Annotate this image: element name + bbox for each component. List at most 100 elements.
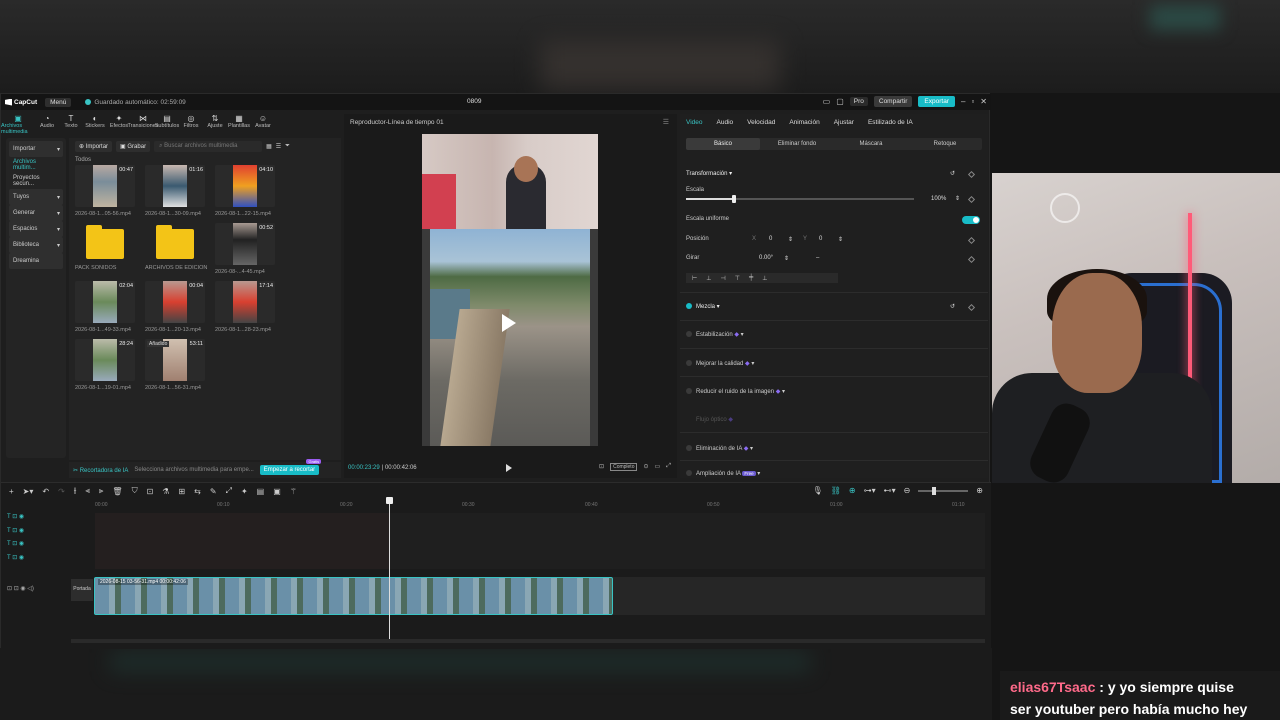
record-button[interactable]: ▣ Grabar xyxy=(116,141,151,152)
align-middle-icon[interactable]: ╪ xyxy=(749,275,753,281)
play-button[interactable] xyxy=(506,464,512,472)
track-header[interactable]: T ⊡ ◉ xyxy=(7,540,47,554)
edit-icon[interactable]: ✎ xyxy=(210,487,217,496)
tool-filters[interactable]: ◎ Filtros xyxy=(179,112,203,134)
media-item[interactable]: 00:47 2026-08-1...05-56.mp4 xyxy=(75,165,145,223)
subtitle-icon[interactable]: ▤ xyxy=(257,487,265,496)
noise-section[interactable]: Reducir el ruido de la imagen ◆ ▾ xyxy=(686,388,785,395)
tool-audio[interactable]: ◔ Audio xyxy=(35,112,59,134)
tab-animation[interactable]: Animación xyxy=(789,119,819,126)
align-left-icon[interactable]: ⊢ xyxy=(692,275,697,282)
microphone-icon[interactable]: 🎙 xyxy=(813,486,823,495)
stepper-icon[interactable]: ⇕ xyxy=(955,195,960,202)
preview-axis-icon[interactable]: ⊷▾ xyxy=(884,486,896,495)
add-icon[interactable]: + xyxy=(9,487,14,496)
media-item[interactable]: 01:16 2026-08-1...30-09.mp4 xyxy=(145,165,215,223)
sidebar-item-library[interactable]: Biblioteca ▾ xyxy=(9,237,63,253)
pro-button[interactable]: Pro xyxy=(849,97,868,106)
track-header[interactable]: T ⊡ ◉ xyxy=(7,513,47,527)
monitor-icon[interactable]: ▢ xyxy=(836,97,844,106)
rotate-extra[interactable]: – xyxy=(816,255,819,261)
uniform-scale-toggle[interactable] xyxy=(962,216,980,224)
fit-icon[interactable]: ⊙ xyxy=(643,463,648,471)
media-item[interactable]: 00:04 2026-08-1...20-13.mp4 xyxy=(145,281,215,339)
stepper-icon[interactable]: ⇕ xyxy=(788,236,793,243)
project-name[interactable]: 0809 xyxy=(467,98,481,105)
track-header[interactable]: T ⊡ ◉ xyxy=(7,554,47,568)
media-item[interactable]: 00:52 2026-08-...4-45.mp4 xyxy=(215,223,285,281)
grid-view-icon[interactable]: ▦ xyxy=(266,143,272,150)
cover-button[interactable]: Portada xyxy=(71,579,93,601)
rotate-input[interactable]: 0.00° xyxy=(759,255,773,261)
keyframe-icon[interactable] xyxy=(967,170,976,179)
tab-speed[interactable]: Velocidad xyxy=(747,119,775,126)
fullscreen-icon[interactable]: ⤢ xyxy=(666,463,671,471)
sidebar-item-import[interactable]: Importar ▾ xyxy=(9,141,63,157)
menu-button[interactable]: Menú xyxy=(45,97,72,107)
export-button[interactable]: Exportar xyxy=(918,96,955,107)
tool-text[interactable]: T Texto xyxy=(59,112,83,134)
link-clips-icon[interactable]: ⊶▾ xyxy=(864,486,876,495)
subtab-basic[interactable]: Básico xyxy=(686,138,760,150)
transform-section[interactable]: Transformación ▾ xyxy=(686,170,732,177)
stabilize-section[interactable]: Estabilización ◆ ▾ xyxy=(686,331,744,338)
folder-item[interactable]: PACK SONIDOS xyxy=(75,223,145,281)
pos-y-input[interactable]: 0 xyxy=(819,236,822,242)
tab-audio[interactable]: Audio xyxy=(717,119,734,126)
time-ruler[interactable]: 00:00 00:10 00:20 00:30 00:40 00:50 01:0… xyxy=(95,500,985,510)
split-right-icon[interactable]: ⫸ xyxy=(99,486,104,496)
align-top-icon[interactable]: ⊤ xyxy=(735,275,740,282)
track-header[interactable]: T ⊡ ◉ xyxy=(7,527,47,541)
effects-icon[interactable]: ⊞ xyxy=(178,487,185,496)
sidebar-item-generate[interactable]: Generar ▾ xyxy=(9,205,63,221)
wand-icon[interactable]: ⚚ xyxy=(290,487,297,496)
ai-expand-checkbox[interactable] xyxy=(686,470,692,477)
start-trim-button[interactable]: Empezar a recortar Gratis xyxy=(259,459,322,475)
noise-checkbox[interactable] xyxy=(686,388,692,395)
zoom-slider[interactable] xyxy=(918,486,969,495)
scale-slider[interactable] xyxy=(686,195,914,203)
reset-icon[interactable]: ↺ xyxy=(950,303,955,310)
redo-icon[interactable]: ↷ xyxy=(58,487,65,496)
minimize-icon[interactable]: – xyxy=(961,97,965,106)
image-icon[interactable]: ▣ xyxy=(273,487,281,496)
magnet-icon[interactable]: ⊕ xyxy=(849,486,856,495)
tab-adjust[interactable]: Ajustar xyxy=(834,119,854,126)
sidebar-item-media[interactable]: Archivos multim... xyxy=(9,157,63,173)
blend-checkbox[interactable] xyxy=(686,303,692,310)
delete-icon[interactable]: 🗑 xyxy=(112,487,122,496)
preview-play-icon[interactable] xyxy=(502,314,516,332)
tool-stickers[interactable]: ◐ Stickers xyxy=(83,112,107,134)
sidebar-item-subprojects[interactable]: Proyectos secun... xyxy=(9,173,63,189)
sort-icon[interactable]: ☰ xyxy=(276,143,281,150)
align-center-icon[interactable]: ⊥ xyxy=(706,275,711,282)
tool-templates[interactable]: ▦ Plantillas xyxy=(227,112,251,134)
aspect-icon[interactable]: ▭ xyxy=(655,463,661,471)
keyframe-icon[interactable] xyxy=(967,236,976,245)
crop-icon[interactable]: ⊡ xyxy=(599,463,604,471)
import-button[interactable]: ⊕ Importar xyxy=(75,141,113,152)
ai-tool-icon[interactable]: ⚗ xyxy=(162,487,169,496)
split-icon[interactable]: ⫲ xyxy=(74,486,77,496)
link-icon[interactable]: ⛓ xyxy=(831,486,841,495)
media-item[interactable]: 04:10 2026-08-1...22-15.mp4 xyxy=(215,165,285,223)
zoom-in-icon[interactable]: ⊕ xyxy=(976,486,983,495)
video-clip[interactable]: 2026-08-15 03-56-31.mp4 00:00:42:06 xyxy=(94,577,613,615)
ai-remove-section[interactable]: Eliminación de IA ◆ ▾ xyxy=(686,445,753,452)
quality-checkbox[interactable] xyxy=(686,360,692,367)
sidebar-item-yours[interactable]: Tuyos ▾ xyxy=(9,189,63,205)
keyframe-icon[interactable] xyxy=(967,195,976,204)
media-item[interactable]: 28:24 2026-08-1...19-01.mp4 xyxy=(75,339,145,397)
align-right-icon[interactable]: ⊣ xyxy=(720,275,725,282)
keyframe-icon[interactable] xyxy=(967,303,976,312)
search-input[interactable]: ⌕ Buscar archivos multimedia xyxy=(154,141,263,152)
tool-transitions[interactable]: ⋈ Transiciones xyxy=(128,112,159,134)
player-menu-icon[interactable]: ☰ xyxy=(663,118,669,126)
reset-icon[interactable]: ↺ xyxy=(950,170,955,177)
layout-icon[interactable]: ▭ xyxy=(823,97,831,106)
expand-icon[interactable]: ⤢ xyxy=(226,486,232,496)
ai-expand-section[interactable]: Ampliación de IA Free ▾ xyxy=(686,470,760,477)
subtab-remove-bg[interactable]: Eliminar fondo xyxy=(760,138,834,150)
share-button[interactable]: Compartir xyxy=(873,96,913,107)
filter-icon[interactable]: ⏷ xyxy=(285,143,290,150)
